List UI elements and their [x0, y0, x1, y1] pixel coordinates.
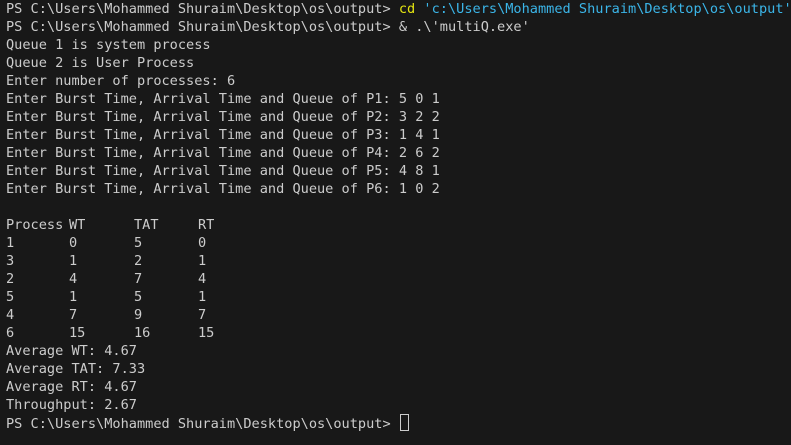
text-cursor[interactable] — [399, 414, 409, 431]
cell-rt: 0 — [198, 235, 207, 251]
cell-process: 5 — [6, 289, 15, 305]
command-line-run: PS C:\Users\Mohammed Shuraim\Desktop\os\… — [6, 18, 791, 36]
cell-tat: 5 — [134, 235, 143, 251]
cell-wt: 1 — [69, 253, 78, 269]
cell-wt: 4 — [69, 271, 78, 287]
header-process: Process — [6, 217, 64, 233]
header-tat: TAT — [134, 217, 159, 233]
cell-tat: 2 — [134, 253, 143, 269]
summary-average-tat: Average TAT: 7.33 — [6, 361, 146, 377]
header-rt: RT — [198, 217, 215, 233]
cell-rt: 7 — [198, 307, 207, 323]
output-line: Queue 2 is User Process — [6, 55, 195, 71]
table-row: 3 1 2 1 — [6, 252, 791, 270]
cell-process: 3 — [6, 253, 15, 269]
terminal-output[interactable]: PS C:\Users\Mohammed Shuraim\Desktop\os\… — [6, 0, 791, 432]
cell-rt: 4 — [198, 271, 207, 287]
prompt-line[interactable]: PS C:\Users\Mohammed Shuraim\Desktop\os\… — [6, 414, 791, 432]
output-line: Enter Burst Time, Arrival Time and Queue… — [6, 145, 440, 161]
summary-average-rt: Average RT: 4.67 — [6, 379, 137, 395]
summary-average-wt: Average WT: 4.67 — [6, 343, 137, 359]
command-argument: 'c:\Users\Mohammed Shuraim\Desktop\os\ou… — [423, 1, 791, 17]
cell-tat: 9 — [134, 307, 143, 323]
cell-tat: 5 — [134, 289, 143, 305]
cell-rt: 15 — [198, 325, 215, 341]
cell-process: 2 — [6, 271, 15, 287]
cell-rt: 1 — [198, 289, 207, 305]
output-line: Enter Burst Time, Arrival Time and Queue… — [6, 127, 440, 143]
summary-throughput: Throughput: 2.67 — [6, 397, 137, 413]
header-wt: WT — [69, 217, 86, 233]
cell-rt: 1 — [198, 253, 207, 269]
table-row: 4 7 9 7 — [6, 306, 791, 324]
cell-process: 1 — [6, 235, 15, 251]
cell-wt: 15 — [69, 325, 86, 341]
command-executable: .\'multiQ.exe' — [415, 19, 530, 35]
prompt: PS C:\Users\Mohammed Shuraim\Desktop\os\… — [6, 1, 391, 17]
command-keyword: cd — [398, 1, 416, 17]
cell-tat: 16 — [134, 325, 151, 341]
cell-wt: 0 — [69, 235, 78, 251]
table-row: 6 15 16 15 — [6, 324, 791, 342]
cell-wt: 1 — [69, 289, 78, 305]
command-operator: & — [398, 19, 408, 35]
output-line: Enter Burst Time, Arrival Time and Queue… — [6, 181, 440, 197]
table-row: 2 4 7 4 — [6, 270, 791, 288]
output-line: Enter Burst Time, Arrival Time and Queue… — [6, 109, 440, 125]
cell-process: 6 — [6, 325, 15, 341]
table-row: 5 1 5 1 — [6, 288, 791, 306]
cell-wt: 7 — [69, 307, 78, 323]
table-row: 1050 — [6, 234, 791, 252]
prompt: PS C:\Users\Mohammed Shuraim\Desktop\os\… — [6, 19, 391, 35]
cell-process: 4 — [6, 307, 15, 323]
cell-tat: 7 — [134, 271, 143, 287]
prompt: PS C:\Users\Mohammed Shuraim\Desktop\os\… — [6, 416, 391, 432]
output-line: Queue 1 is system process — [6, 37, 211, 53]
output-line: Enter number of processes: 6 — [6, 73, 236, 89]
output-line: Enter Burst Time, Arrival Time and Queue… — [6, 163, 440, 179]
output-line: Enter Burst Time, Arrival Time and Queue… — [6, 91, 440, 107]
command-line-cd: PS C:\Users\Mohammed Shuraim\Desktop\os\… — [6, 0, 791, 18]
table-header: Process WT TAT RT — [6, 216, 791, 234]
